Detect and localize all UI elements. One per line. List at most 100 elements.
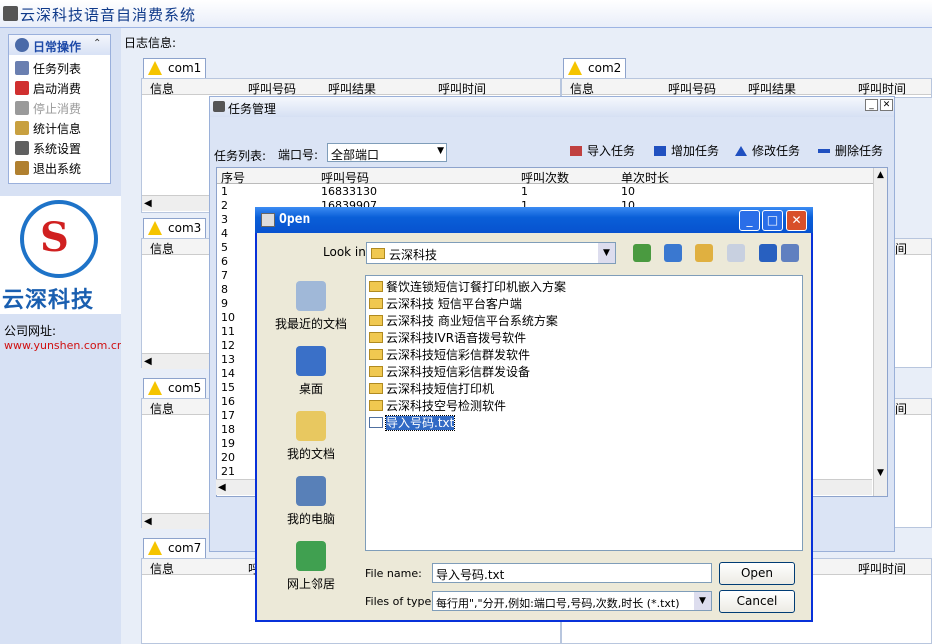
sidebar-item-exit[interactable]: 退出系统 [15, 160, 81, 178]
sidebar-item-label: 统计信息 [33, 122, 82, 136]
table-cell: 12 [221, 339, 235, 352]
new-folder-icon[interactable] [695, 244, 713, 262]
table-cell: 21 [221, 465, 235, 478]
col-number: 呼叫号码 [248, 82, 297, 96]
look-in-value: 云深科技 [389, 248, 438, 262]
list-item[interactable]: 云深科技空号检测软件 [369, 397, 506, 413]
task-table-header: 序号 呼叫号码 呼叫次数 单次时长 [217, 168, 873, 185]
tab-label: com1 [168, 61, 202, 75]
place-recent[interactable]: 我最近的文档 [267, 281, 355, 332]
minus-icon [818, 149, 830, 153]
list-item[interactable]: 云深科技短信彩信群发软件 [369, 346, 530, 362]
logo-s-mark: S [40, 214, 69, 261]
edit-task-button[interactable]: 修改任务 [735, 142, 800, 159]
my-computer-icon [296, 476, 326, 506]
button-label: 修改任务 [752, 144, 801, 158]
list-item[interactable]: 云深科技 商业短信平台系统方案 [369, 312, 558, 328]
log-label: 日志信息: [124, 36, 177, 50]
port-select-value: 全部端口 [331, 148, 380, 162]
look-in-select[interactable]: 云深科技 ▼ [366, 242, 616, 264]
cancel-button[interactable]: Cancel [719, 590, 795, 613]
tab-com2[interactable]: com2 [563, 58, 627, 78]
file-type-select[interactable]: 每行用","分开,例如:端口号,号码,次数,时长 (*.txt) ▼ [432, 591, 712, 611]
col-result: 呼叫结果 [328, 82, 377, 96]
place-network[interactable]: 网上邻居 [267, 541, 355, 592]
list-item[interactable]: 云深科技短信彩信群发设备 [369, 363, 530, 379]
place-my-documents[interactable]: 我的文档 [267, 411, 355, 462]
camera-icon [213, 101, 225, 112]
import-task-button[interactable]: 导入任务 [570, 142, 635, 159]
website-url[interactable]: www.yunshen.com.cn [4, 339, 124, 352]
button-label: 删除任务 [835, 144, 884, 158]
stats-icon [15, 121, 29, 135]
col-time: 呼叫时间 [858, 82, 907, 96]
triangle-up-icon [735, 146, 747, 156]
col-number: 呼叫号码 [668, 82, 717, 96]
sidebar-item-start[interactable]: 启动消费 [15, 80, 81, 98]
tab-label: com5 [168, 381, 202, 395]
tab-com7[interactable]: com7 [143, 538, 207, 558]
tab-com3[interactable]: com3 [143, 218, 207, 238]
list-item[interactable]: 餐饮连锁短信订餐打印机嵌入方案 [369, 278, 566, 294]
port-label: 端口号: [278, 148, 319, 162]
hscrollbar[interactable]: ◀ [142, 195, 212, 211]
hscrollbar[interactable]: ◀ [142, 353, 210, 369]
up-folder-icon[interactable] [633, 244, 651, 262]
company-logo: S 云深科技 [0, 196, 121, 314]
stop-icon [15, 101, 29, 115]
sidebar-item-task-list[interactable]: 任务列表 [15, 60, 81, 78]
file-name: 云深科技 短信平台客户端 [386, 297, 522, 311]
place-label: 桌面 [298, 382, 323, 396]
list-view-icon[interactable] [759, 244, 777, 262]
sidebar-item-settings[interactable]: 系统设置 [15, 140, 81, 158]
table-cell: 3 [221, 213, 228, 226]
maximize-button[interactable]: □ [762, 210, 783, 231]
place-my-computer[interactable]: 我的电脑 [267, 476, 355, 527]
task-list-label: 任务列表: [214, 149, 267, 163]
table-cell: 2 [221, 199, 228, 212]
hscrollbar[interactable]: ◀ [142, 513, 210, 529]
tab-com5[interactable]: com5 [143, 378, 207, 398]
sidebar-item-label: 任务列表 [33, 62, 82, 76]
view-menu-icon[interactable] [727, 244, 745, 262]
file-type-label: Files of type: [365, 595, 436, 608]
minimize-button[interactable]: _ [739, 210, 760, 231]
list-item-selected[interactable]: 导入号码.txt [369, 414, 456, 431]
close-icon[interactable]: ✕ [880, 99, 893, 111]
file-name-input[interactable]: 导入号码.txt [432, 563, 712, 583]
place-label: 网上邻居 [286, 577, 335, 591]
folder-icon [369, 315, 383, 326]
table-cell: 10 [221, 311, 235, 324]
details-view-icon[interactable] [781, 244, 799, 262]
table-cell: 6 [221, 255, 228, 268]
table-row[interactable]: 1 16833130 1 10 [217, 185, 873, 199]
vscrollbar[interactable]: ▲ ▼ [873, 168, 887, 496]
minimize-icon[interactable]: _ [865, 99, 878, 111]
tab-com1[interactable]: com1 [143, 58, 207, 78]
place-label: 我的电脑 [286, 512, 335, 526]
sidebar-item-stop[interactable]: 停止消费 [15, 100, 81, 118]
file-list: 餐饮连锁短信订餐打印机嵌入方案 云深科技 短信平台客户端 云深科技 商业短信平台… [365, 275, 803, 551]
table-cell: 4 [221, 227, 228, 240]
delete-task-button[interactable]: 删除任务 [818, 142, 883, 159]
button-label: 导入任务 [587, 144, 636, 158]
collapse-icon[interactable]: ⌃ [93, 38, 101, 49]
open-button[interactable]: Open [719, 562, 795, 585]
close-button[interactable]: ✕ [786, 210, 807, 231]
back-icon[interactable] [664, 244, 682, 262]
list-item[interactable]: 云深科技短信打印机 [369, 380, 494, 396]
add-task-button[interactable]: 增加任务 [654, 142, 719, 159]
network-icon [296, 541, 326, 571]
list-item[interactable]: 云深科技IVR语音拨号软件 [369, 329, 526, 345]
file-name-label: File name: [365, 567, 422, 580]
daily-ops-header[interactable]: 日常操作 ⌃ [9, 35, 110, 55]
warning-icon [568, 61, 582, 75]
daily-ops-panel: 日常操作 ⌃ 任务列表 启动消费 停止消费 统计信息 系统设置 退出系统 [8, 34, 111, 184]
list-item[interactable]: 云深科技 短信平台客户端 [369, 295, 522, 311]
place-desktop[interactable]: 桌面 [267, 346, 355, 397]
table-cell: 14 [221, 367, 235, 380]
port-select[interactable]: 全部端口 ▼ [327, 143, 447, 162]
sidebar-item-stats[interactable]: 统计信息 [15, 120, 81, 138]
task-manager-title: 任务管理 [228, 102, 277, 116]
port-panel-com2: 信息 呼叫号码 呼叫结果 呼叫时间 [561, 78, 932, 98]
